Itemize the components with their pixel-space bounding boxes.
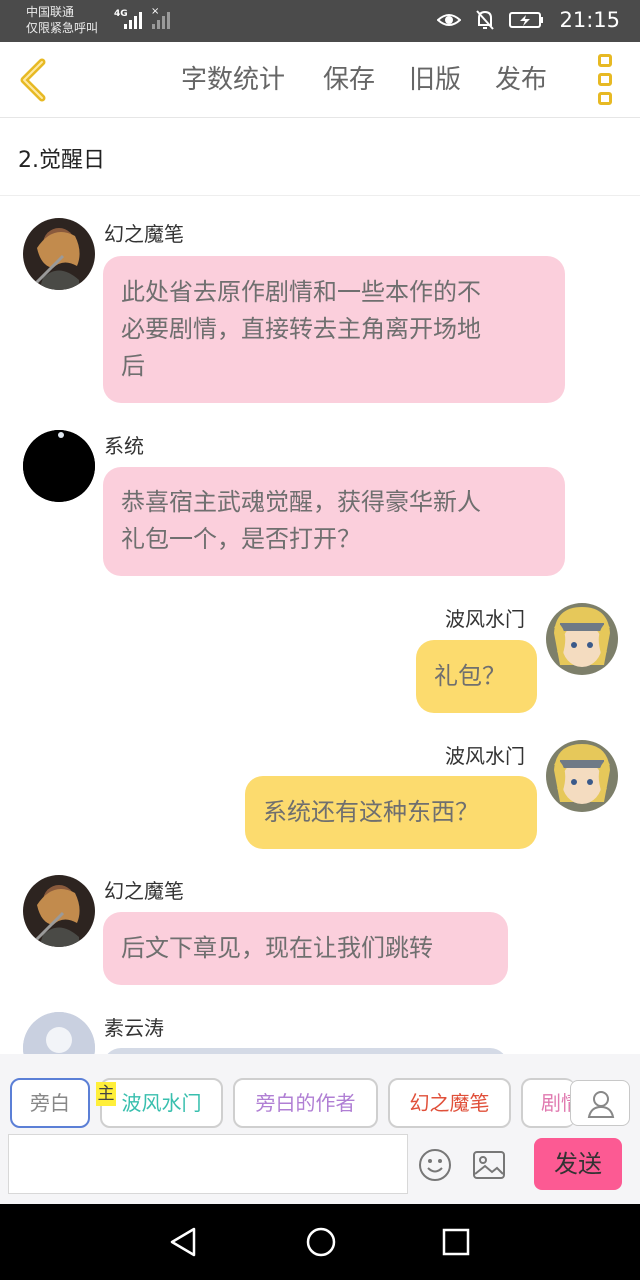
role-chip-plot[interactable]: 剧情	[521, 1078, 575, 1128]
sender-name: 波风水门	[445, 744, 525, 768]
more-vertical-icon[interactable]	[596, 54, 616, 106]
carrier-info: 中国联通 仅限紧急呼叫	[26, 4, 98, 36]
message-line: 礼包？	[434, 662, 506, 690]
recents-square-icon[interactable]	[441, 1226, 471, 1258]
editor-toolbar: 字数统计 保存 旧版 发布	[0, 42, 640, 118]
message-bubble[interactable]: 恭喜宿主武魂觉醒，获得豪华新人 礼包一个，是否打开？	[103, 467, 565, 576]
home-circle-icon[interactable]	[305, 1226, 337, 1258]
emoji-icon[interactable]	[418, 1148, 452, 1182]
user-icon	[587, 1091, 615, 1118]
chapter-title[interactable]: 2.觉醒日	[18, 142, 105, 174]
message-bubble[interactable]: 此处省去原作剧情和一些本作的不 必要剧情，直接转去主角离开场地 后	[103, 256, 565, 403]
carrier-status: 仅限紧急呼叫	[26, 21, 99, 35]
carrier-name: 中国联通	[26, 5, 75, 19]
signal-strength-icon	[124, 11, 142, 29]
sender-name: 系统	[104, 434, 144, 458]
protagonist-tag: 主	[96, 1082, 116, 1106]
publish-button[interactable]: 发布	[495, 62, 547, 98]
sender-name: 幻之魔笔	[104, 879, 184, 903]
sender-name: 幻之魔笔	[104, 222, 184, 246]
save-button[interactable]: 保存	[323, 62, 375, 98]
sender-name: 波风水门	[445, 607, 525, 631]
sender-name: 素云涛	[104, 1016, 164, 1040]
status-bar: 中国联通 仅限紧急呼叫 4G × 21:15	[0, 0, 640, 42]
role-chip-huanzhimobi[interactable]: 幻之魔笔	[388, 1078, 511, 1128]
eye-icon	[437, 14, 462, 26]
avatar-bofengshuimen[interactable]	[546, 740, 618, 812]
word-count-button[interactable]: 字数统计	[181, 62, 285, 98]
message-line: 此处省去原作剧情和一些本作的不	[121, 278, 481, 306]
back-button[interactable]	[14, 56, 54, 104]
composer-panel: 旁白 波风水门 主 旁白的作者 幻之魔笔 剧情 发送	[0, 1054, 640, 1204]
send-button[interactable]: 发送	[534, 1138, 622, 1190]
message-line: 系统还有这种东西？	[263, 798, 479, 826]
signal-strength-2-icon	[152, 11, 170, 29]
chapter-header: 2.觉醒日	[0, 118, 640, 196]
message-bubble[interactable]: 礼包？	[416, 640, 537, 713]
system-nav-bar	[0, 1204, 640, 1280]
message-line: 礼包一个，是否打开？	[121, 525, 361, 553]
avatar-huanzhimobi[interactable]	[23, 875, 95, 947]
image-icon[interactable]	[472, 1150, 506, 1180]
avatar-system[interactable]	[23, 430, 95, 502]
chevron-left-icon	[20, 58, 46, 102]
message-line: 恭喜宿主武魂觉醒，获得豪华新人	[121, 488, 481, 516]
message-line: 必要剧情，直接转去主角离开场地	[121, 315, 481, 343]
mute-icon	[476, 10, 495, 30]
role-chip-bofengshuimen[interactable]: 波风水门	[100, 1078, 223, 1128]
message-line: 后	[121, 352, 145, 380]
message-input[interactable]	[8, 1134, 408, 1194]
role-chip-narrator-author[interactable]: 旁白的作者	[233, 1078, 378, 1128]
message-line: 后文下章见，现在让我们跳转	[121, 934, 433, 962]
character-manager-button[interactable]	[570, 1080, 630, 1126]
clock: 21:15	[559, 8, 620, 32]
avatar-huanzhimobi[interactable]	[23, 218, 95, 290]
message-bubble[interactable]: 系统还有这种东西？	[245, 776, 537, 849]
battery-charging-icon	[509, 12, 544, 28]
avatar-bofengshuimen[interactable]	[546, 603, 618, 675]
message-bubble[interactable]: 后文下章见，现在让我们跳转	[103, 912, 508, 985]
role-chip-narrator[interactable]: 旁白	[10, 1078, 90, 1128]
old-version-button[interactable]: 旧版	[409, 62, 461, 98]
back-triangle-icon[interactable]	[168, 1226, 198, 1258]
